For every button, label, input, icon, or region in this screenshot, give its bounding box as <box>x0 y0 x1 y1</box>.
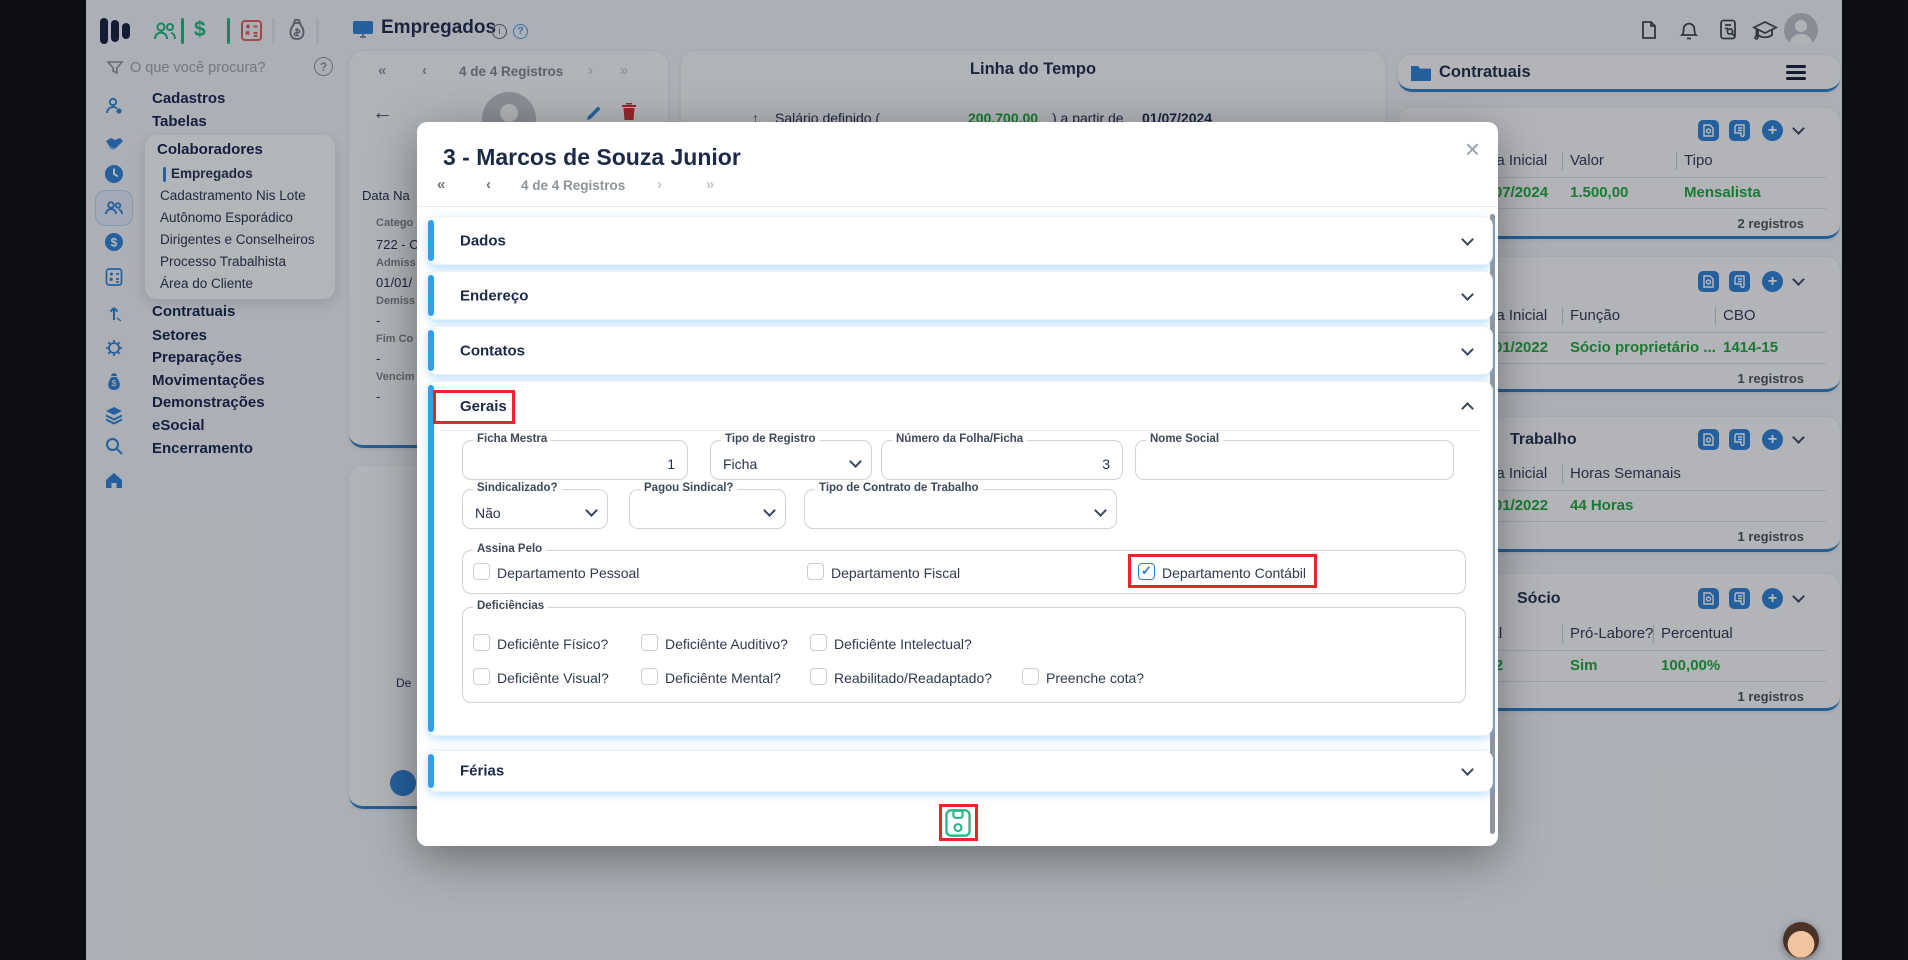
checkbox-deficiente-intelectual[interactable] <box>810 634 827 651</box>
expand-chevron-icon <box>1461 288 1474 301</box>
select-chevron-icon <box>585 504 598 517</box>
checkbox-label: Departamento Pessoal <box>497 565 640 581</box>
modal-header-divider <box>417 206 1498 207</box>
close-icon[interactable]: × <box>1465 134 1480 165</box>
expand-chevron-icon <box>1461 343 1474 356</box>
checkbox-deficiente-fisico[interactable] <box>473 634 490 651</box>
checkbox-label: Preenche cota? <box>1046 670 1145 686</box>
field-label: Tipo de Registro <box>721 433 820 445</box>
checkbox-deficiente-visual[interactable] <box>473 668 490 685</box>
checkbox-preenche-cota[interactable] <box>1022 668 1039 685</box>
section-contatos[interactable]: Contatos <box>427 326 1493 375</box>
select-chevron-icon <box>1094 504 1107 517</box>
annotation-highlight-save <box>939 804 978 841</box>
modal-pager-text: 4 de 4 Registros <box>521 178 626 193</box>
fieldset-legend: Assina Pelo <box>473 543 547 555</box>
gerais-divider <box>440 430 1480 431</box>
checkbox-departamento-pessoal[interactable] <box>473 563 490 580</box>
deficiencias-fieldset: Deficiências <box>462 600 1466 703</box>
section-gerais: Gerais Ficha Mestra 1 Tipo de Registro F… <box>427 381 1493 736</box>
tipo-contrato-select[interactable]: Tipo de Contrato de Trabalho <box>804 482 1117 529</box>
checkbox-reabilitado[interactable] <box>810 668 827 685</box>
numero-folha-field[interactable]: Número da Folha/Ficha 3 <box>881 433 1123 480</box>
select-chevron-icon <box>763 504 776 517</box>
field-value: Ficha <box>723 456 758 472</box>
checkbox-departamento-fiscal[interactable] <box>807 563 824 580</box>
field-value: 3 <box>1102 456 1110 472</box>
field-label: Tipo de Contrato de Trabalho <box>815 482 983 494</box>
checkbox-label: Deficiênte Intelectual? <box>834 636 972 652</box>
employee-detail-modal: 3 - Marcos de Souza Junior × « ‹ 4 de 4 … <box>417 122 1498 846</box>
field-label: Pagou Sindical? <box>640 482 738 494</box>
field-value: Não <box>475 505 501 521</box>
section-label: Endereço <box>460 287 529 304</box>
select-chevron-icon <box>849 455 862 468</box>
fieldset-legend: Deficiências <box>473 600 549 612</box>
field-label: Sindicalizado? <box>473 482 562 494</box>
annotation-highlight-gerais <box>433 390 515 424</box>
section-label: Férias <box>460 762 505 780</box>
field-label: Ficha Mestra <box>473 433 552 445</box>
modal-pager-prev[interactable]: ‹ <box>486 176 491 193</box>
field-label: Número da Folha/Ficha <box>892 433 1028 445</box>
assistant-avatar[interactable] <box>1783 922 1819 958</box>
section-ferias[interactable]: Férias <box>427 750 1493 792</box>
tipo-registro-select[interactable]: Tipo de Registro Ficha <box>710 433 872 480</box>
checkbox-label: Reabilitado/Readaptado? <box>834 670 993 686</box>
checkbox-label: Departamento Fiscal <box>831 565 961 581</box>
sindicalizado-select[interactable]: Sindicalizado? Não <box>462 482 608 529</box>
field-label: Nome Social <box>1146 433 1224 445</box>
section-label: Contatos <box>460 342 525 359</box>
checkbox-label: Deficiênte Físico? <box>497 636 609 652</box>
checkbox-deficiente-mental[interactable] <box>641 668 658 685</box>
pagou-sindical-select[interactable]: Pagou Sindical? <box>629 482 786 529</box>
screen: $ O que você procura? ? $ $ Cadastros Ta… <box>0 0 1908 960</box>
expand-chevron-icon <box>1461 233 1474 246</box>
checkbox-label: Deficiênte Mental? <box>665 670 781 686</box>
expand-chevron-icon <box>1461 763 1474 776</box>
section-label: Dados <box>460 232 506 249</box>
section-dados[interactable]: Dados <box>427 216 1493 265</box>
modal-title: 3 - Marcos de Souza Junior <box>443 144 741 170</box>
collapse-chevron-icon[interactable] <box>1461 402 1474 415</box>
modal-pager-next[interactable]: › <box>657 176 662 193</box>
checkbox-label: Deficiênte Visual? <box>497 670 609 686</box>
checkbox-label: Deficiênte Auditivo? <box>665 636 788 652</box>
nome-social-field[interactable]: Nome Social <box>1135 433 1454 480</box>
section-endereco[interactable]: Endereço <box>427 271 1493 320</box>
modal-pager-first[interactable]: « <box>437 176 445 193</box>
field-value: 1 <box>667 456 675 472</box>
annotation-highlight-contabil <box>1128 554 1317 588</box>
modal-pager-last[interactable]: » <box>706 176 714 193</box>
checkbox-deficiente-auditivo[interactable] <box>641 634 658 651</box>
ficha-mestra-field[interactable]: Ficha Mestra 1 <box>462 433 688 480</box>
